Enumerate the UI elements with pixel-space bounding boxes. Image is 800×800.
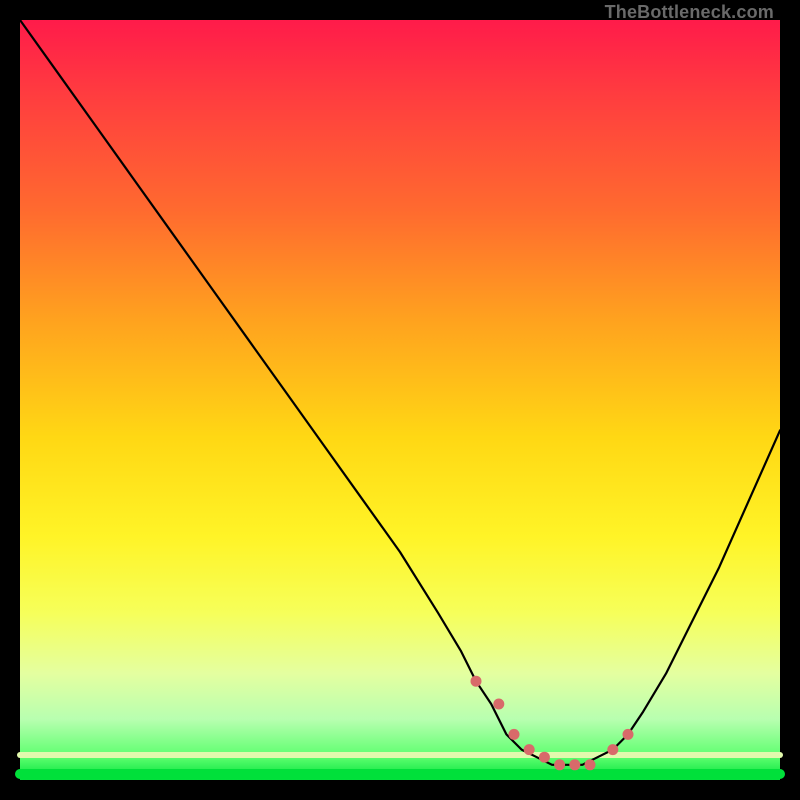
bottleneck-curve	[20, 20, 780, 765]
chart-overlay	[20, 20, 780, 780]
accent-dot	[585, 759, 596, 770]
accent-dot	[524, 744, 535, 755]
accent-dot	[623, 729, 634, 740]
accent-dot	[509, 729, 520, 740]
chart-frame: TheBottleneck.com	[20, 20, 780, 780]
accent-dot	[569, 759, 580, 770]
accent-dot	[554, 759, 565, 770]
accent-dot	[471, 676, 482, 687]
accent-dot	[493, 699, 504, 710]
accent-dot	[539, 752, 550, 763]
accent-dot	[607, 744, 618, 755]
